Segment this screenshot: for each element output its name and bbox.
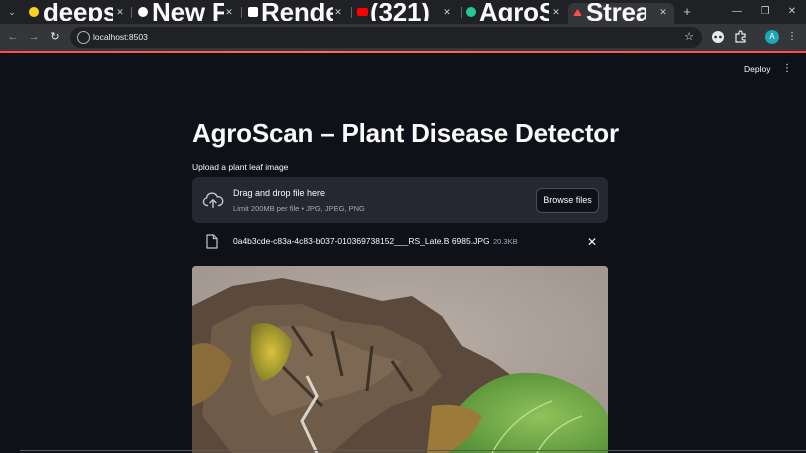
dropzone-limit-text: Limit 200MB per file • JPG, JPEG, PNG [233, 204, 365, 213]
uploaded-leaf-image [192, 266, 608, 453]
tab-separator [241, 7, 242, 18]
render-icon [248, 7, 258, 17]
youtube-icon [357, 8, 368, 16]
minimize-icon[interactable]: — [727, 3, 747, 21]
browse-files-button[interactable]: Browse files [536, 188, 599, 213]
reload-icon[interactable]: ↻ [47, 29, 63, 45]
tab-title: Streamlit [586, 3, 646, 21]
tab-title: deepseek-ai/DeepSeek [43, 3, 113, 21]
agroscan-icon [466, 7, 476, 17]
close-tab-icon[interactable]: ✕ [551, 3, 561, 21]
uploaded-file-row: 0a4b3cde-c83a-4c83-b037-010369738152___R… [192, 232, 608, 252]
close-tab-icon[interactable]: ✕ [333, 3, 343, 21]
browser-tab-strip: ⌄ deepseek-ai/DeepSeek ✕ New File at / ·… [0, 0, 806, 24]
close-tab-icon[interactable]: ✕ [442, 3, 452, 21]
extensions-puzzle-icon[interactable] [733, 30, 747, 44]
streamlit-decoration-bar [0, 51, 806, 53]
extension-icon[interactable] [711, 30, 725, 44]
restore-icon[interactable]: ❐ [755, 3, 775, 21]
tab-youtube[interactable]: (321) hugging face m ✕ [354, 3, 458, 24]
forward-icon[interactable]: → [26, 29, 42, 45]
browser-toolbar: ← → ↻ localhost:8503 ☆ ⋮ [0, 24, 806, 51]
huggingface-icon [29, 7, 39, 17]
close-tab-icon[interactable]: ✕ [115, 3, 125, 21]
tab-deepseek[interactable]: deepseek-ai/DeepSeek ✕ [24, 3, 128, 24]
bookmark-star-icon[interactable]: ☆ [684, 27, 694, 48]
close-window-icon[interactable]: ✕ [782, 3, 802, 21]
close-tab-icon[interactable]: ✕ [658, 3, 668, 21]
tab-title: AgroScan – Plant Dis [479, 3, 549, 21]
profile-avatar[interactable]: A [765, 30, 779, 44]
tab-title: Render Dashboard [261, 3, 333, 21]
tab-separator [461, 7, 462, 18]
main-menu-icon[interactable]: ⋮ [781, 62, 793, 76]
tab-search-icon[interactable]: ⌄ [4, 4, 20, 20]
remove-file-icon[interactable]: ✕ [585, 234, 599, 250]
new-tab-icon[interactable]: + [680, 4, 694, 20]
tab-agroscan[interactable]: AgroScan – Plant Dis ✕ [464, 3, 568, 24]
upload-label: Upload a plant leaf image [192, 162, 289, 172]
file-dropzone[interactable]: Drag and drop file here Limit 200MB per … [192, 177, 608, 223]
divider [20, 450, 806, 451]
tab-github[interactable]: New File at / · Obana ✕ [134, 3, 238, 24]
back-icon[interactable]: ← [5, 29, 21, 45]
browser-menu-icon[interactable]: ⋮ [785, 30, 799, 44]
github-icon [138, 7, 148, 17]
site-info-icon[interactable] [77, 31, 90, 44]
tab-separator [131, 7, 132, 18]
tab-render[interactable]: Render Dashboard ✕ [244, 3, 348, 24]
tab-title: (321) hugging face m [370, 3, 438, 21]
file-icon [206, 234, 218, 249]
streamlit-icon [573, 9, 582, 16]
close-tab-icon[interactable]: ✕ [224, 3, 234, 21]
uploaded-file-name: 0a4b3cde-c83a-4c83-b037-010369738152___R… [233, 236, 490, 246]
cloud-upload-icon [202, 192, 224, 209]
tab-separator [351, 7, 352, 18]
address-bar[interactable]: localhost:8503 ☆ [70, 27, 702, 48]
uploaded-file-size: 20.3KB [493, 237, 518, 246]
page-title: AgroScan – Plant Disease Detector [192, 118, 619, 148]
tab-title: New File at / · Obana [152, 3, 224, 21]
tab-streamlit[interactable]: Streamlit ✕ [568, 3, 674, 24]
dropzone-instructions: Drag and drop file here [233, 188, 326, 198]
address-text: localhost:8503 [93, 32, 148, 42]
deploy-button[interactable]: Deploy [744, 62, 770, 76]
